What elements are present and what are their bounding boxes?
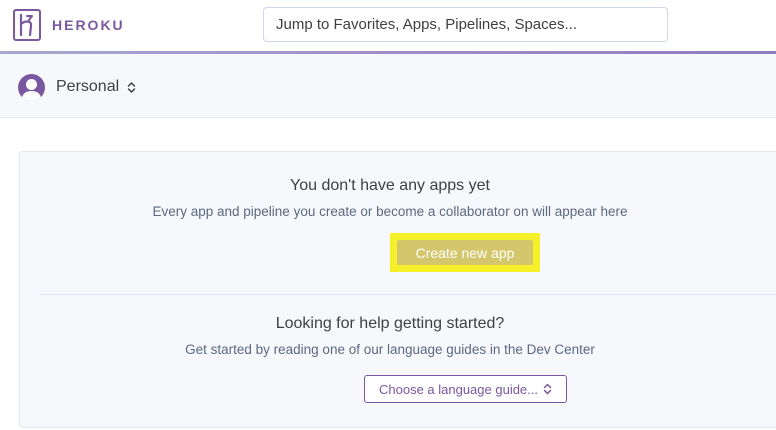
search-input[interactable] [263,7,668,42]
account-name: Personal [56,78,120,95]
chevron-updown-icon [543,383,552,395]
brand-name[interactable]: HEROKU [52,17,125,33]
no-apps-title: You don't have any apps yet [290,177,490,194]
language-guide-select-label: Choose a language guide... [378,381,538,397]
help-description: Get started by reading one of our langua… [185,342,595,357]
help-title: Looking for help getting started? [275,315,505,332]
account-switcher[interactable]: Personal [18,72,136,102]
top-navbar: HEROKU [0,0,776,51]
create-new-app-button[interactable]: Create new app [397,240,533,265]
account-subheader: Personal [0,54,776,118]
help-section: Looking for help getting started? Get st… [20,314,760,359]
empty-state-panel: You don't have any apps yet Every app an… [19,151,776,428]
heroku-logo-icon[interactable] [13,9,41,41]
language-guide-select[interactable]: Choose a language guide... [364,375,567,403]
user-avatar-icon [18,73,45,101]
no-apps-section: You don't have any apps yet Every app an… [20,176,760,221]
create-app-highlight: Create new app [390,233,540,272]
chevron-updown-icon [127,81,136,94]
section-divider [40,294,776,295]
no-apps-description: Every app and pipeline you create or bec… [152,204,628,219]
